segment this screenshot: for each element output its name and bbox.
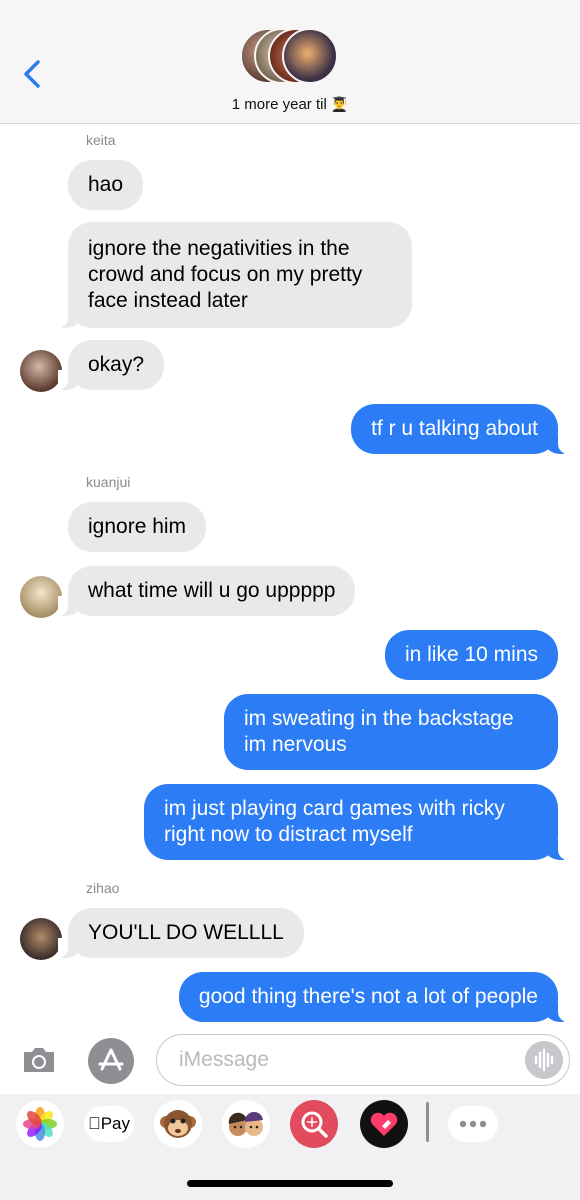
camera-button[interactable]	[20, 1042, 58, 1078]
message-text: hao	[88, 173, 124, 196]
image-search-icon	[301, 1111, 328, 1138]
incoming-message[interactable]: YOU'LL DO WELLLL	[58, 908, 304, 958]
audio-message-button[interactable]	[525, 1041, 563, 1079]
incoming-message[interactable]: what time will u go uppppp	[57, 566, 356, 616]
message-text: ignore him	[88, 515, 187, 538]
more-apps-button[interactable]	[448, 1106, 498, 1142]
outgoing-message[interactable]: tf r u talking about	[351, 404, 568, 454]
outgoing-message[interactable]: im just playing card games with ricky ri…	[144, 784, 568, 860]
outgoing-message[interactable]: good thing there's not a lot of people	[178, 972, 569, 1022]
digital-touch-button[interactable]	[360, 1100, 408, 1148]
photos-app-button[interactable]	[16, 1100, 64, 1148]
group-name[interactable]: 1 more year til 👨‍🎓	[0, 96, 580, 113]
animoji-button[interactable]	[154, 1100, 202, 1148]
group-avatar	[282, 28, 338, 84]
app-store-icon	[98, 1048, 124, 1071]
more-icon	[459, 1120, 487, 1128]
chevron-left-icon	[24, 60, 40, 88]
message-text: what time will u go uppppp	[88, 579, 336, 602]
image-search-button[interactable]	[290, 1100, 338, 1148]
apple-pay-label: Pay	[94, 1114, 130, 1133]
home-indicator[interactable]	[187, 1180, 393, 1187]
apple-pay-button[interactable]: Pay	[84, 1106, 134, 1142]
message-input-container[interactable]	[156, 1034, 570, 1086]
incoming-message[interactable]: okay?	[57, 340, 165, 390]
apple-pay-icon: 	[88, 1114, 101, 1134]
conversation-header: 1 more year til 👨‍🎓	[0, 0, 580, 124]
sender-name: kuanjui	[86, 474, 131, 490]
message-text: YOU'LL DO WELLLL	[88, 921, 284, 944]
digital-touch-icon	[370, 1112, 398, 1136]
message-text: tf r u talking about	[371, 417, 538, 440]
group-name-text: 1 more year til	[231, 96, 327, 113]
group-avatar-stack[interactable]	[240, 28, 344, 90]
outgoing-message[interactable]: im sweating in the backstage im nervous	[224, 694, 558, 770]
message-text: in like 10 mins	[404, 643, 538, 666]
camera-icon	[24, 1048, 54, 1072]
message-thread[interactable]: keita hao ignore the negativities in the…	[0, 124, 580, 1028]
incoming-message[interactable]: ignore him	[68, 502, 207, 552]
sender-name: keita	[86, 132, 116, 148]
app-store-button[interactable]	[88, 1038, 134, 1084]
graduate-emoji: 👨‍🎓	[330, 96, 349, 112]
compose-bar	[0, 1028, 580, 1094]
memoji-button[interactable]	[222, 1100, 270, 1148]
avatar[interactable]	[20, 918, 62, 960]
sender-name: zihao	[86, 880, 120, 896]
message-text: im sweating in the backstage im nervous	[244, 707, 514, 756]
monkey-emoji-icon	[160, 1110, 196, 1138]
memoji-icon	[228, 1111, 263, 1136]
message-text: okay?	[88, 353, 145, 376]
avatar[interactable]	[20, 350, 62, 392]
incoming-message[interactable]: hao	[68, 160, 144, 210]
incoming-message[interactable]: ignore the negativities in the crowd and…	[58, 222, 412, 328]
avatar[interactable]	[20, 576, 62, 618]
message-text: good thing there's not a lot of people	[198, 985, 538, 1008]
message-text: ignore the negativities in the crowd and…	[88, 237, 363, 312]
back-button[interactable]	[18, 54, 48, 94]
audio-waveform-icon	[534, 1048, 554, 1072]
drawer-divider	[426, 1102, 429, 1142]
outgoing-message[interactable]: in like 10 mins	[384, 630, 558, 680]
message-text: im just playing card games with ricky ri…	[164, 797, 505, 846]
message-input[interactable]	[179, 1045, 509, 1075]
photos-icon	[23, 1107, 57, 1141]
